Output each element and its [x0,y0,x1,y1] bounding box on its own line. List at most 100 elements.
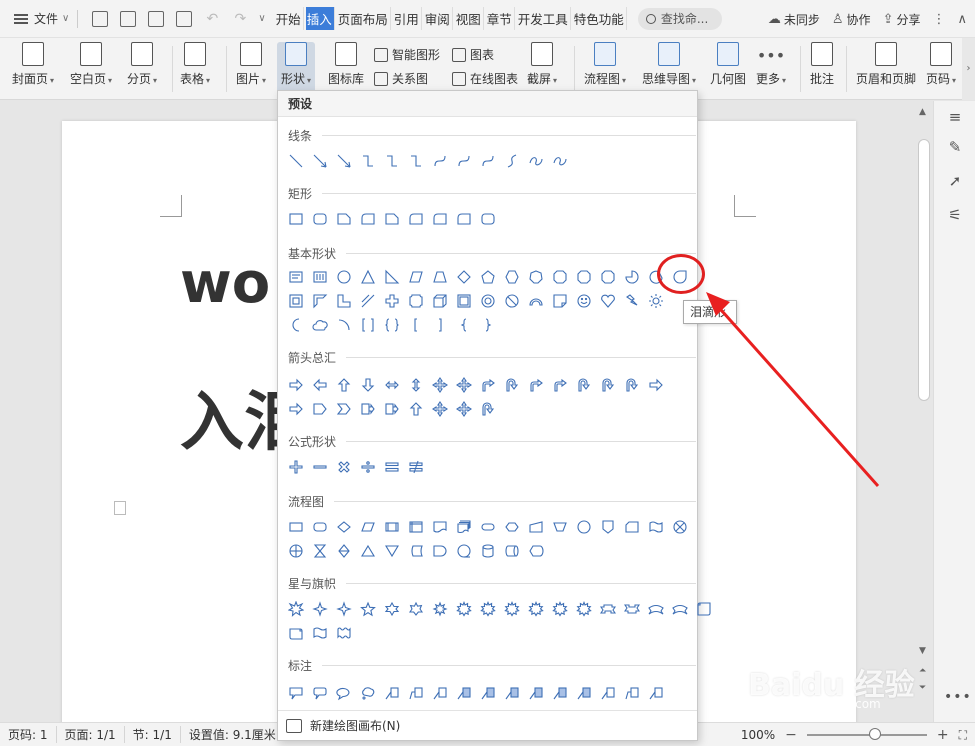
shape-offpage-option[interactable] [596,515,620,539]
shape-pentarrow-option[interactable] [308,397,332,421]
shape-moon-option[interactable] [284,313,308,337]
shape-arcline-option[interactable] [332,313,356,337]
redo-icon[interactable]: ↷ [232,11,248,27]
shape-round-option[interactable] [452,207,476,231]
shape-star8-option[interactable] [428,597,452,621]
shape-callarrow-option[interactable] [380,397,404,421]
shape-ovalcallout-option[interactable] [332,681,356,705]
shape-altproc-option[interactable] [308,515,332,539]
tab-home[interactable]: 开始 [275,7,304,30]
scroll-down-icon[interactable]: ▼ [919,646,926,656]
shape-ribbon-option[interactable] [596,597,620,621]
sync-button[interactable]: ☁ 未同步 [768,11,820,28]
shape-linecallout-option[interactable] [428,681,452,705]
command-search-input[interactable]: 查找命... [637,7,722,30]
shape-accentcallout-option[interactable] [572,681,596,705]
shape-multidoc-option[interactable] [452,515,476,539]
shape-minus-option[interactable] [308,455,332,479]
shape-arquad-option[interactable] [428,397,452,421]
shape-para-option[interactable] [404,265,428,289]
tab-special[interactable]: 特色功能 [573,7,627,30]
relation-chart-button[interactable]: 关系图 [374,70,428,87]
quick-access-chevron-icon[interactable]: ∨ [258,13,265,24]
shape-bevel-option[interactable] [452,289,476,313]
shape-tri-option[interactable] [356,265,380,289]
shape-ardown-option[interactable] [356,373,380,397]
comment-button[interactable]: 批注 [810,42,834,87]
shape-curve-option[interactable] [428,149,452,173]
shape-manualin-option[interactable] [524,515,548,539]
shape-star7-option[interactable] [404,597,428,621]
ribbon-scroll-right-icon[interactable]: › [962,38,975,100]
prev-page-icon[interactable]: ⏶ [919,666,926,676]
shape-lshape-option[interactable] [332,289,356,313]
shape-button[interactable]: 形状 ▾ [277,42,316,96]
zoom-level[interactable]: 100% [741,728,775,742]
shape-arrowline-option[interactable] [332,149,356,173]
shape-aruturn-option[interactable] [572,373,596,397]
shape-arup-option[interactable] [404,397,428,421]
shape-star4-option[interactable] [332,597,356,621]
shape-sort-option[interactable] [332,539,356,563]
fit-window-icon[interactable]: ⛶ [959,728,967,743]
shape-aruturn-option[interactable] [500,373,524,397]
collapse-icon[interactable]: ∧ [957,12,967,27]
mindmap-button[interactable]: 思维导图 ▾ [642,42,696,87]
more-icon[interactable]: ⋮ [932,12,945,27]
shape-smile-option[interactable] [572,289,596,313]
menu-lines-icon[interactable]: ≡ [945,107,965,127]
shape-round-option[interactable] [356,207,380,231]
shape-cube-option[interactable] [428,289,452,313]
tab-page-layout[interactable]: 页面布局 [337,7,391,30]
shape-decision-option[interactable] [332,515,356,539]
shape-bolt-option[interactable] [620,289,644,313]
more-button[interactable]: ••• 更多 ▾ [756,42,786,87]
shape-card-option[interactable] [620,515,644,539]
paragraph-layout-icon[interactable] [114,501,126,515]
tab-view[interactable]: 视图 [455,7,484,30]
shape-star6-option[interactable] [380,597,404,621]
shape-rrect-option[interactable] [476,207,500,231]
shape-hex-option[interactable] [500,265,524,289]
tab-review[interactable]: 审阅 [424,7,453,30]
shape-linecallout2-option[interactable] [620,681,644,705]
shape-merge-option[interactable] [380,539,404,563]
shape-prep-option[interactable] [500,515,524,539]
shape-arc-option[interactable] [524,289,548,313]
shape-arbent-option[interactable] [476,373,500,397]
shape-arquad-option[interactable] [452,373,476,397]
new-canvas-button[interactable]: 新建绘图画布(N) [278,710,697,740]
shape-arleft-option[interactable] [308,373,332,397]
shape-cloudcallout-option[interactable] [356,681,380,705]
screenshot-button[interactable]: 截屏 ▾ [527,42,557,87]
shape-round-option[interactable] [404,207,428,231]
shape-curvribbon-option[interactable] [644,597,668,621]
shape-arlr-option[interactable] [380,373,404,397]
file-menu-button[interactable]: 文件 ∨ [14,10,69,27]
shape-accentcallout-option[interactable] [524,681,548,705]
print-preview-icon[interactable] [176,10,193,27]
shape-display-option[interactable] [524,539,548,563]
cursor-icon[interactable]: ➚ [945,171,965,191]
share-button[interactable]: ⇪ 分享 [883,11,921,28]
shape-noentry-option[interactable] [500,289,524,313]
shape-starn-option[interactable] [500,597,524,621]
scroll-up-icon[interactable]: ▲ [919,107,926,117]
shape-equal-option[interactable] [380,455,404,479]
shape-arquad-option[interactable] [452,397,476,421]
shape-lbracket-option[interactable] [404,313,428,337]
format-painter-icon[interactable] [120,10,137,27]
online-chart-button[interactable]: 在线图表 [452,70,518,87]
shape-accentcallout-option[interactable] [476,681,500,705]
save-icon[interactable] [92,10,109,27]
shape-arbent-option[interactable] [524,373,548,397]
shape-explosion-option[interactable] [284,597,308,621]
shape-elbow-option[interactable] [404,149,428,173]
shape-round-option[interactable] [428,207,452,231]
shape-circle-option[interactable] [332,265,356,289]
shape-connector-option[interactable] [572,515,596,539]
zoom-slider[interactable] [806,728,927,740]
shape-extract-option[interactable] [356,539,380,563]
shape-starn-option[interactable] [572,597,596,621]
shape-sun-option[interactable] [644,289,668,313]
